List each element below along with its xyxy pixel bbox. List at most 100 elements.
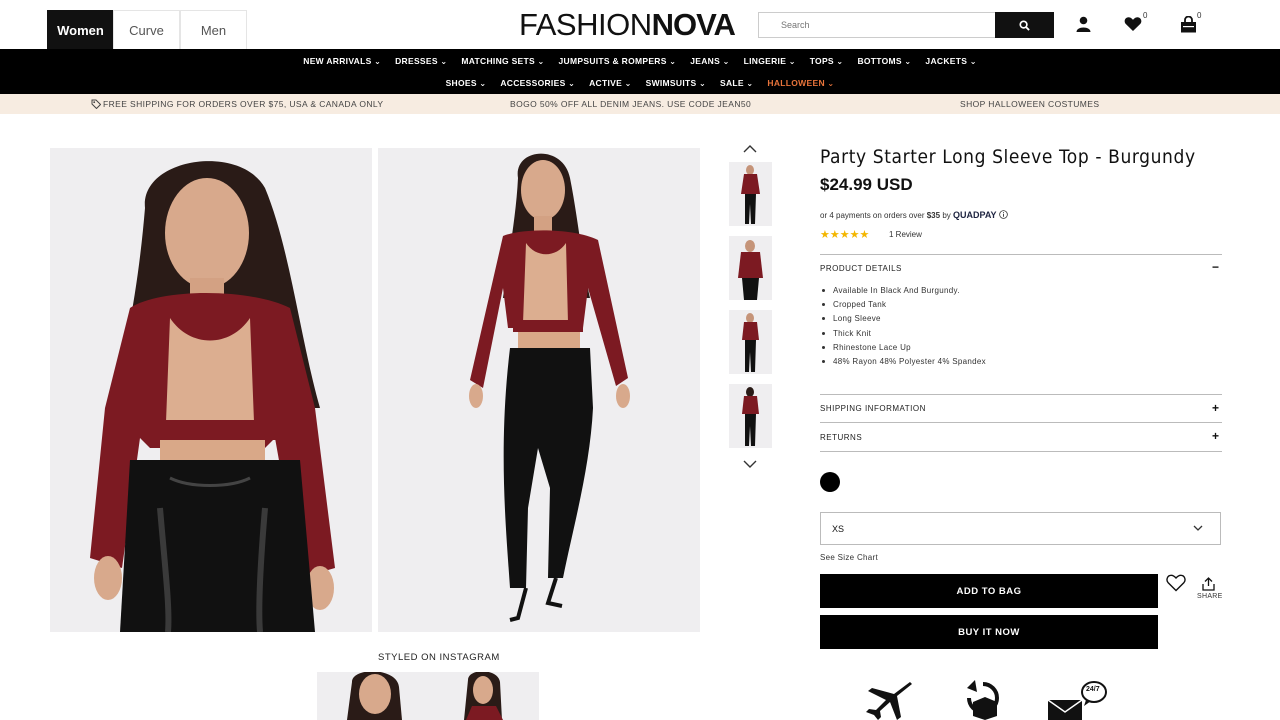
installments-by: by [942, 211, 951, 220]
collapse-details-icon[interactable]: − [1212, 260, 1219, 274]
share-icon[interactable] [1202, 577, 1215, 591]
product-price: $24.99 USD [820, 175, 913, 194]
nav-jumpsuits-rompers[interactable]: JUMPSUITS & ROMPERS [552, 56, 684, 66]
logo-part-2: NOVA [651, 7, 736, 42]
bag-button[interactable] [1178, 14, 1198, 34]
site-logo[interactable]: FASHIONNOVA [519, 7, 736, 42]
search-input[interactable] [758, 12, 996, 38]
promo-bar: FREE SHIPPING FOR ORDERS OVER $75, USA &… [0, 94, 1280, 114]
wishlist-button[interactable] [1123, 14, 1143, 34]
model-full-image [469, 153, 630, 622]
nav-bottoms[interactable]: BOTTOMS [850, 56, 918, 66]
bag-count: 0 [1197, 11, 1202, 20]
installments-min: $35 [926, 211, 941, 220]
rating-stars[interactable]: ★★★★★ [820, 228, 869, 241]
selected-size: XS [832, 524, 845, 534]
size-select[interactable]: XS [820, 512, 1221, 545]
promo-halloween[interactable]: SHOP HALLOWEEN COSTUMES [960, 99, 1099, 109]
quadpay-logo[interactable]: QUADPAY [953, 210, 997, 220]
detail-item: 48% Rayon 48% Polyester 4% Spandex [820, 355, 986, 369]
returns-heading[interactable]: RETURNS [820, 433, 862, 442]
add-to-bag-button[interactable]: ADD TO BAG [820, 574, 1158, 608]
nav-jeans[interactable]: JEANS [683, 56, 736, 66]
detail-item: Long Sleeve [820, 312, 986, 326]
instagram-photo-1[interactable] [317, 672, 428, 720]
instagram-photo-1-image [347, 672, 402, 720]
chevron-down-icon [1193, 525, 1203, 531]
nav-matching-sets[interactable]: MATCHING SETS [454, 56, 551, 66]
thumbnail-4[interactable] [729, 384, 772, 448]
return-box-icon [967, 680, 999, 720]
nav-new-arrivals[interactable]: NEW ARRIVALS [296, 56, 388, 66]
detail-item: Rhinestone Lace Up [820, 341, 986, 355]
nav-shoes[interactable]: SHOES [439, 78, 494, 88]
nav-accessories[interactable]: ACCESSORIES [493, 78, 582, 88]
nav-row-2: SHOES ACCESSORIES ACTIVE SWIMSUITS SALE … [0, 78, 1280, 88]
divider [820, 254, 1222, 255]
tab-curve[interactable]: Curve [113, 10, 180, 49]
search-button[interactable] [995, 12, 1054, 38]
account-button[interactable] [1073, 14, 1093, 34]
promo-shipping[interactable]: FREE SHIPPING FOR ORDERS OVER $75, USA &… [103, 99, 383, 109]
user-icon [1076, 16, 1090, 32]
promo-denim[interactable]: BOGO 50% OFF ALL DENIM JEANS. USE CODE J… [510, 99, 751, 109]
nav-lingerie[interactable]: LINGERIE [737, 56, 803, 66]
expand-returns-icon[interactable]: + [1212, 429, 1219, 443]
detail-item: Thick Knit [820, 327, 986, 341]
buy-it-now-button[interactable]: BUY IT NOW [820, 615, 1158, 649]
search-icon [1019, 19, 1030, 31]
detail-item: Available In Black And Burgundy. [820, 284, 986, 298]
color-swatch-black[interactable] [820, 472, 840, 492]
divider [820, 451, 1222, 452]
thumbnail-2-image [738, 240, 763, 300]
wishlist-count: 0 [1143, 11, 1148, 20]
product-photo-front[interactable] [50, 148, 372, 632]
styled-on-instagram-heading: STYLED ON INSTAGRAM [378, 652, 500, 663]
logo-part-1: FASHION [519, 7, 652, 42]
nav-halloween[interactable]: HALLOWEEN [760, 78, 841, 88]
tab-women[interactable]: Women [47, 10, 114, 49]
shipping-tag-icon [91, 99, 101, 109]
thumbnail-4-image [742, 387, 759, 446]
info-icon[interactable] [998, 210, 1008, 219]
thumbs-down-arrow[interactable] [743, 460, 757, 468]
nav-sale[interactable]: SALE [713, 78, 760, 88]
airplane-icon [866, 682, 912, 720]
shipping-info-heading[interactable]: SHIPPING INFORMATION [820, 404, 926, 413]
expand-shipping-icon[interactable]: + [1212, 401, 1219, 415]
nav-active[interactable]: ACTIVE [582, 78, 639, 88]
thumbnail-1[interactable] [729, 162, 772, 226]
review-count[interactable]: 1 Review [889, 230, 922, 239]
nav-row-1: NEW ARRIVALS DRESSES MATCHING SETS JUMPS… [0, 56, 1280, 66]
heart-icon [1124, 17, 1142, 31]
size-chart-link[interactable]: See Size Chart [820, 553, 878, 562]
instagram-photo-2[interactable] [428, 672, 539, 720]
nav-jackets[interactable]: JACKETS [918, 56, 983, 66]
product-title: Party Starter Long Sleeve Top - Burgundy [820, 146, 1196, 168]
tab-men[interactable]: Men [180, 10, 247, 49]
thumbnail-3[interactable] [729, 310, 772, 374]
thumbs-up-arrow[interactable] [743, 145, 757, 153]
model-front-image [90, 161, 335, 632]
instagram-photo-2-image [464, 672, 503, 720]
product-photo-full[interactable] [378, 148, 700, 632]
installments-info: or 4 payments on orders over $35 by QUAD… [820, 210, 1008, 220]
shopping-bag-icon [1180, 15, 1196, 32]
product-details-list: Available In Black And Burgundy. Cropped… [820, 284, 986, 369]
nav-dresses[interactable]: DRESSES [388, 56, 454, 66]
thumbnail-2[interactable] [729, 236, 772, 300]
thumbnail-3-image [742, 313, 759, 372]
divider [820, 422, 1222, 423]
divider [820, 394, 1222, 395]
top-bar: Women Curve Men FASHIONNOVA 0 0 [0, 0, 1280, 49]
wishlist-heart-icon[interactable] [1166, 574, 1186, 592]
support-247-label: 24/7 [1086, 686, 1100, 693]
product-details-heading[interactable]: PRODUCT DETAILS [820, 264, 902, 273]
share-label[interactable]: SHARE [1197, 593, 1223, 600]
installments-prefix: or 4 payments on orders over [820, 211, 925, 220]
thumbnail-1-image [741, 165, 760, 224]
detail-item: Cropped Tank [820, 298, 986, 312]
main-nav: NEW ARRIVALS DRESSES MATCHING SETS JUMPS… [0, 49, 1280, 94]
nav-swimsuits[interactable]: SWIMSUITS [639, 78, 713, 88]
nav-tops[interactable]: TOPS [803, 56, 851, 66]
